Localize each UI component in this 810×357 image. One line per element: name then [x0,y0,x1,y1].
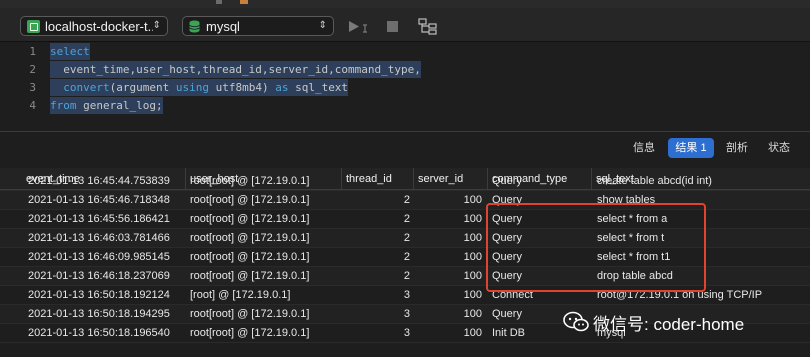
code-line[interactable]: select [50,43,90,60]
code-token: utf8mb4) [208,81,276,94]
cell-server-id: 100 [463,213,482,225]
tab-result-1[interactable]: 结果 1 [668,138,714,158]
wechat-icon [563,311,589,332]
tab-info[interactable]: 信息 [626,138,662,158]
cell-event-time: 2021-01-13 16:50:18.192124 [28,289,170,301]
database-select[interactable]: mysql ⇕ [182,16,334,36]
code-token: (argument [109,81,176,94]
explain-icon[interactable] [418,18,438,35]
query-toolbar: localhost-docker-t... ⇕ mysql ⇕ [0,8,810,42]
cell-event-time: 2021-01-13 16:50:18.194295 [28,308,170,320]
line-number: 2 [29,63,36,76]
cell-event-time: 2021-01-13 16:45:56.186421 [28,213,170,225]
cell-user-host: root[root] @ [172.19.0.1] [190,251,310,263]
cell-sql-text: create table abcd(id int) [597,175,712,187]
editor-divider[interactable] [0,131,810,132]
tab-edge-mark [240,0,248,4]
cell-server-id: 100 [463,251,482,263]
connection-select-label: localhost-docker-t... [45,18,153,34]
code-token: as [275,81,289,94]
cell-user-host: root[root] @ [172.19.0.1] [190,232,310,244]
chevron-updown-icon: ⇕ [318,20,327,31]
cell-thread-id: 2 [403,251,410,263]
cell-event-time: 2021-01-13 16:46:18.237069 [28,270,170,282]
cell-user-host: [root] @ [172.19.0.1] [190,289,291,301]
window-top-strip [0,0,810,8]
line-number-gutter: 1 2 3 4 [0,43,42,130]
run-icon[interactable] [348,20,368,34]
connection-select[interactable]: localhost-docker-t... ⇕ [20,16,168,36]
code-token: select [50,45,90,58]
table-row-partial[interactable]: 2021-01-13 16:45:44.753839 root[root] @ … [0,175,810,191]
sql-editor[interactable]: 1 2 3 4 select event_time,user_host,thre… [0,43,810,130]
code-token: convert [63,81,110,94]
cell-server-id: 100 [463,194,482,206]
code-token: event_time,user_host,thread_id,server_id… [50,63,421,76]
cell-command-type: Query [492,175,522,187]
cell-event-time: 2021-01-13 16:46:03.781466 [28,232,170,244]
watermark: 微信号: coder-home [563,308,744,336]
highlight-box [486,203,706,292]
code-line[interactable]: event_time,user_host,thread_id,server_id… [50,61,421,78]
code-line[interactable]: from general_log; [50,97,163,114]
cell-thread-id: 2 [403,213,410,225]
cell-thread-id: 3 [403,308,410,320]
database-icon [189,20,200,32]
database-select-label: mysql [206,18,240,34]
cell-thread-id: 3 [403,327,410,339]
code-token: sql_text [288,81,349,94]
cell-server-id: 100 [463,270,482,282]
line-number: 3 [29,81,36,94]
code-token: general_log; [76,99,163,112]
code-token: using [175,81,209,94]
cell-event-time: 2021-01-13 16:50:18.196540 [28,327,170,339]
cell-user-host: root[root] @ [172.19.0.1] [190,213,310,225]
cell-server-id: 100 [463,308,482,320]
cell-user-host: root[root] @ [172.19.0.1] [190,175,310,187]
cell-thread-id: 3 [403,289,410,301]
cell-thread-id: 2 [403,194,410,206]
tab-status[interactable]: 状态 [761,138,797,158]
tab-profile[interactable]: 剖析 [719,138,755,158]
cell-event-time: 2021-01-13 16:45:46.718348 [28,194,170,206]
cell-event-time: 2021-01-13 16:46:09.985145 [28,251,170,263]
cell-user-host: root[root] @ [172.19.0.1] [190,308,310,320]
cell-user-host: root[root] @ [172.19.0.1] [190,327,310,339]
code-line[interactable]: convert(argument using utf8mb4) as sql_t… [50,79,349,96]
watermark-text: 微信号: coder-home [593,314,745,334]
cell-server-id: 100 [463,327,482,339]
cell-user-host: root[root] @ [172.19.0.1] [190,270,310,282]
tab-edge-mark [216,0,222,4]
cell-thread-id: 2 [403,270,410,282]
cell-server-id: 100 [463,232,482,244]
cell-thread-id: 2 [403,232,410,244]
line-number: 1 [29,45,36,58]
connection-icon [27,19,40,33]
chevron-updown-icon: ⇕ [152,20,161,31]
cell-event-time: 2021-01-13 16:45:44.753839 [28,175,170,187]
cell-user-host: root[root] @ [172.19.0.1] [190,194,310,206]
cell-server-id: 100 [463,289,482,301]
stop-icon[interactable] [386,20,399,33]
code-token: from [50,99,77,112]
line-number: 4 [29,99,36,112]
